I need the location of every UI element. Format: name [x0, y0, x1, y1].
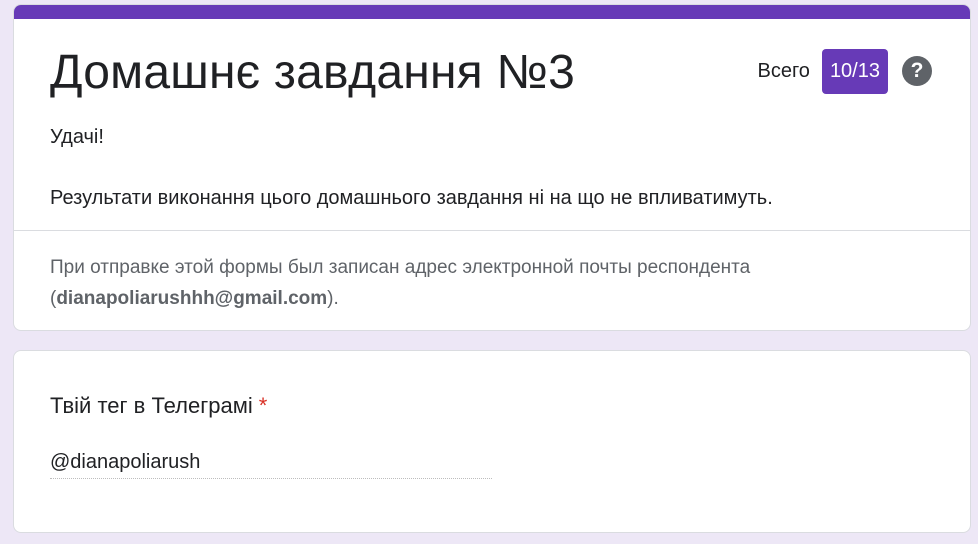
question-card: Твій тег в Телеграмі * @dianapoliarush — [13, 350, 971, 533]
form-title: Домашнє завдання №3 — [50, 46, 575, 99]
score-label: Всего — [757, 60, 810, 82]
form-description-line-1: Удачі! — [50, 126, 104, 148]
question-title-text: Твій тег в Телеграмі — [50, 393, 253, 418]
email-note-suffix: ). — [327, 288, 339, 309]
accent-bar — [14, 5, 970, 19]
respondent-email: dianapoliarushhh@gmail.com — [56, 288, 328, 309]
form-description-line-2: Результати виконання цього домашнього за… — [50, 187, 773, 209]
answer-field: @dianapoliarush — [50, 449, 492, 479]
score-badge: 10/13 — [821, 49, 888, 94]
score-area: Всего 10/13 — [757, 49, 888, 94]
required-marker: * — [258, 393, 268, 418]
help-icon[interactable]: ? — [902, 56, 932, 86]
email-collected-note: При отправке этой формы был записан адре… — [50, 252, 910, 314]
form-header-card: Домашнє завдання №3 Всего 10/13 ? Удачі!… — [13, 4, 971, 331]
header-divider — [14, 230, 970, 231]
question-title: Твій тег в Телеграмі * — [50, 392, 267, 420]
